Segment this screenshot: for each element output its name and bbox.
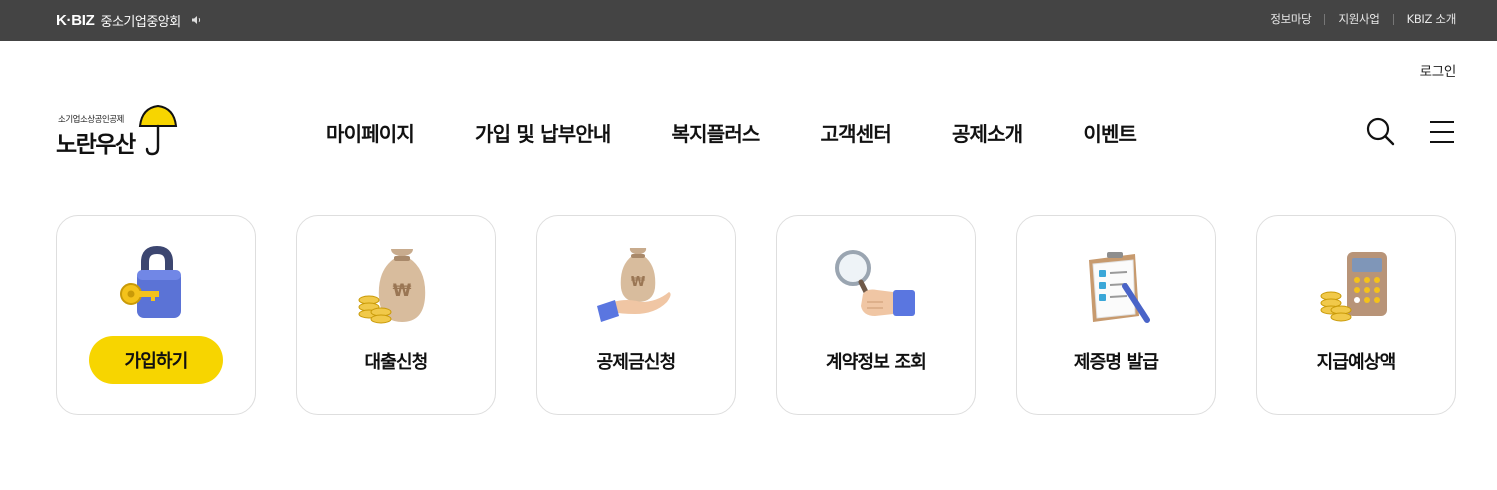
kbiz-org-name: 중소기업중앙회	[100, 14, 182, 30]
card-label: 계약정보 조회	[825, 352, 927, 373]
card-loan[interactable]: ₩ 대출신청	[296, 215, 496, 415]
top-utility-bar: K·BIZ 중소기업중앙회 정보마당 지원사업 KBIZ 소개	[0, 0, 1497, 41]
noranusan-logo[interactable]: 소기업소상공인공제 노란우산	[56, 104, 186, 158]
nav-events[interactable]: 이벤트	[1083, 118, 1137, 147]
logo-title: 노란우산	[56, 132, 136, 158]
link-support-programs[interactable]: 지원사업	[1338, 11, 1379, 27]
utility-links: 정보마당 지원사업 KBIZ 소개	[1270, 11, 1456, 27]
nav-join-payment[interactable]: 가입 및 납부안내	[475, 118, 611, 147]
link-info-plaza[interactable]: 정보마당	[1270, 11, 1311, 27]
card-label: 제증명 발급	[1073, 352, 1159, 373]
lock-key-icon	[120, 245, 181, 318]
card-claim[interactable]: ₩ 공제금신청	[536, 215, 736, 415]
hand-money-bag-icon: ₩	[597, 248, 671, 322]
speaker-icon[interactable]	[191, 14, 203, 26]
calculator-coins-icon	[1320, 252, 1387, 322]
card-certificate[interactable]: 제증명 발급	[1016, 215, 1216, 415]
card-label: 가입하기	[124, 351, 188, 372]
quick-menu: 가입하기 ₩ 대출신청 ₩ 공제금신청 계약정보 조회 제증명 발급 지급예상액	[56, 215, 1456, 415]
link-kbiz-about[interactable]: KBIZ 소개	[1407, 11, 1457, 27]
card-contract-inquiry[interactable]: 계약정보 조회	[776, 215, 976, 415]
logo-subtitle: 소기업소상공인공제	[58, 115, 124, 125]
nav-customer-center[interactable]: 고객센터	[821, 118, 892, 147]
join-button[interactable]: 가입하기	[89, 336, 223, 384]
nav-mypage[interactable]: 마이페이지	[326, 118, 415, 147]
svg-text:₩: ₩	[393, 281, 412, 301]
svg-text:₩: ₩	[631, 275, 646, 290]
kbiz-brand[interactable]: K·BIZ 중소기업중앙회	[56, 10, 203, 30]
search-icon[interactable]	[1365, 116, 1395, 146]
money-bag-coins-icon: ₩	[358, 249, 426, 324]
main-nav: 마이페이지 가입 및 납부안내 복지플러스 고객센터 공제소개 이벤트	[326, 118, 1197, 147]
umbrella-icon	[138, 104, 178, 156]
magnifier-hand-icon	[835, 250, 915, 316]
login-link[interactable]: 로그인	[1420, 60, 1457, 80]
card-expected-payment[interactable]: 지급예상액	[1256, 215, 1456, 415]
divider	[1392, 13, 1394, 25]
card-label: 지급예상액	[1316, 352, 1397, 373]
checklist-pen-icon	[1089, 252, 1150, 323]
kbiz-logo: K·BIZ	[56, 11, 95, 29]
card-label: 공제금신청	[596, 352, 677, 373]
nav-welfare-plus[interactable]: 복지플러스	[672, 118, 761, 147]
card-join[interactable]: 가입하기	[56, 215, 256, 415]
card-label: 대출신청	[364, 352, 428, 373]
nav-about[interactable]: 공제소개	[952, 118, 1023, 147]
divider	[1324, 13, 1326, 25]
hamburger-menu-icon[interactable]	[1429, 119, 1455, 145]
